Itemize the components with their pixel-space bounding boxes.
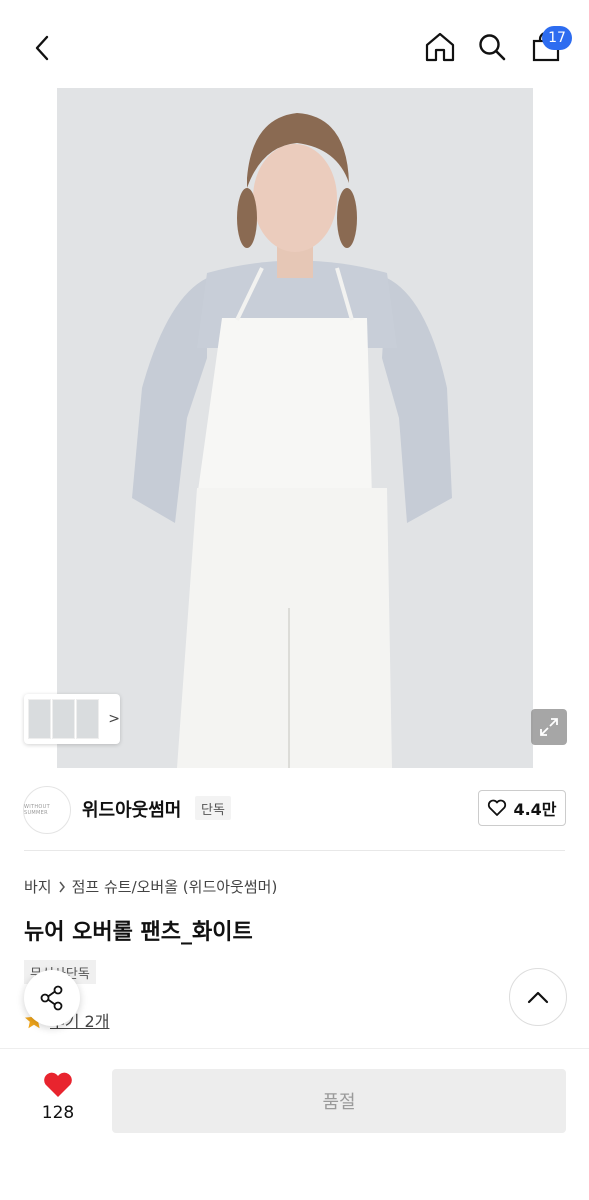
brand-logo-text: WITHOUT SUMMER bbox=[24, 804, 50, 816]
thumbnail-3[interactable] bbox=[76, 699, 100, 739]
search-icon bbox=[479, 34, 506, 61]
heart-filled-icon bbox=[44, 1072, 72, 1097]
thumbnail-strip[interactable]: > bbox=[24, 694, 120, 744]
share-button[interactable] bbox=[24, 970, 80, 1026]
chevron-up-icon bbox=[527, 991, 549, 1004]
brand-exclusive-tag: 단독 bbox=[195, 796, 231, 820]
wishlist-button[interactable]: 128 bbox=[30, 1071, 86, 1131]
breadcrumb-item-pants[interactable]: 바지 bbox=[24, 876, 52, 897]
share-icon bbox=[40, 985, 63, 1011]
wishlist-count: 128 bbox=[41, 1103, 75, 1123]
expand-image-button[interactable] bbox=[531, 709, 567, 745]
product-image-gallery[interactable] bbox=[0, 88, 589, 768]
thumbnail-1[interactable] bbox=[28, 699, 52, 739]
top-navigation-bar: 17 bbox=[0, 0, 589, 88]
home-icon bbox=[425, 32, 455, 62]
brand-name[interactable]: 위드아웃썸머 bbox=[82, 796, 181, 822]
product-photo bbox=[57, 88, 533, 768]
product-title: 뉴어 오버롤 팬츠_화이트 bbox=[24, 920, 253, 945]
thumbnail-2[interactable] bbox=[52, 699, 76, 739]
brand-like-count: 4.4만 bbox=[513, 800, 557, 819]
heart-outline-icon bbox=[488, 799, 507, 816]
scroll-to-top-button[interactable] bbox=[509, 968, 567, 1026]
brand-logo[interactable]: WITHOUT SUMMER bbox=[23, 786, 71, 834]
brand-row: WITHOUT SUMMER 위드아웃썸머 단독 4.4만 bbox=[0, 768, 589, 852]
search-button[interactable] bbox=[472, 27, 512, 67]
breadcrumb: 바지 점프 슈트/오버올 (위드아웃썸머) bbox=[24, 876, 277, 897]
breadcrumb-item-jumpsuit[interactable]: 점프 슈트/오버올 (위드아웃썸머) bbox=[72, 876, 278, 897]
back-button[interactable] bbox=[22, 28, 62, 68]
chevron-right-icon bbox=[59, 881, 65, 892]
home-button[interactable] bbox=[420, 27, 460, 67]
expand-icon bbox=[540, 718, 558, 736]
chevron-right-icon: > bbox=[108, 711, 121, 727]
soldout-button[interactable]: 품절 bbox=[112, 1069, 566, 1133]
brand-like-button[interactable]: 4.4만 bbox=[478, 790, 566, 826]
divider bbox=[24, 850, 565, 851]
chevron-left-icon bbox=[35, 35, 49, 61]
bottom-action-bar: 128 품절 bbox=[0, 1048, 589, 1200]
cart-count-badge: 17 bbox=[542, 26, 572, 50]
